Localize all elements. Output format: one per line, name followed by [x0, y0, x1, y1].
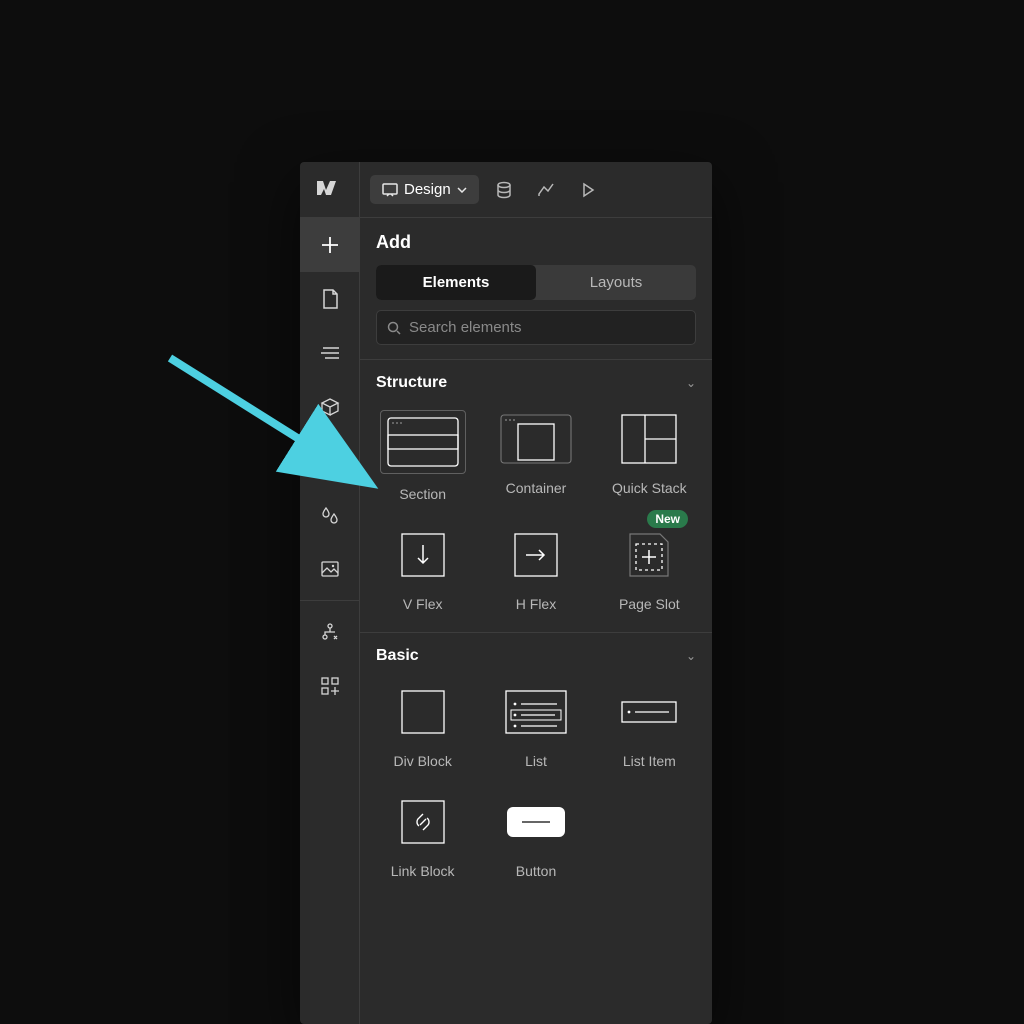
chevron-down-icon: ⌄	[686, 376, 696, 390]
droplets-icon	[320, 505, 340, 525]
element-link-block-label: Link Block	[391, 863, 455, 879]
element-button-label: Button	[516, 863, 556, 879]
panel-title: Add	[376, 232, 696, 253]
left-sidebar	[300, 218, 360, 1024]
group-structure-header[interactable]: Structure ⌄	[376, 374, 696, 392]
h-flex-icon	[496, 526, 576, 584]
add-tabs: Elements Layouts	[376, 265, 696, 300]
sitemap-icon	[320, 622, 340, 642]
chevron-down-icon: ⌄	[686, 649, 696, 663]
pages-button[interactable]	[300, 272, 360, 326]
search-icon	[387, 321, 401, 335]
element-link-block[interactable]: Link Block	[376, 793, 469, 879]
layers-icon	[320, 451, 340, 471]
element-section-label: Section	[399, 486, 446, 502]
play-button[interactable]	[571, 173, 605, 207]
element-quick-stack[interactable]: Quick Stack	[603, 410, 696, 502]
topbar: Design	[300, 162, 712, 218]
element-section[interactable]: Section	[376, 410, 469, 502]
list-icon	[496, 683, 576, 741]
design-mode-label: Design	[404, 181, 451, 198]
element-page-slot-label: Page Slot	[619, 596, 680, 612]
tab-layouts[interactable]: Layouts	[536, 265, 696, 300]
database-icon	[495, 181, 513, 199]
element-container[interactable]: Container	[489, 410, 582, 502]
apps-button[interactable]	[300, 659, 360, 713]
assets-button[interactable]	[300, 542, 360, 596]
add-elements-button[interactable]	[300, 218, 360, 272]
div-block-icon	[383, 683, 463, 741]
group-structure-title: Structure	[376, 374, 447, 392]
analytics-button[interactable]	[529, 173, 563, 207]
element-h-flex-label: H Flex	[516, 596, 556, 612]
main-content: Add Elements Layouts Structure ⌄	[360, 218, 712, 1024]
element-v-flex-label: V Flex	[403, 596, 443, 612]
element-div-block[interactable]: Div Block	[376, 683, 469, 769]
page-slot-icon	[609, 526, 689, 584]
design-mode-icon	[382, 183, 398, 197]
navigator-button[interactable]	[300, 326, 360, 380]
element-page-slot[interactable]: New Page Slot	[603, 526, 696, 612]
element-list-label: List	[525, 753, 547, 769]
play-icon	[580, 182, 596, 198]
cube-icon	[320, 397, 340, 417]
variables-button[interactable]	[300, 434, 360, 488]
group-basic: Basic ⌄ Div Block List	[360, 632, 712, 899]
add-panel: Design	[300, 162, 712, 1024]
chart-icon	[537, 181, 555, 199]
element-quick-stack-label: Quick Stack	[612, 480, 687, 496]
components-button[interactable]	[300, 380, 360, 434]
chevron-down-icon	[457, 187, 467, 193]
container-icon	[496, 410, 576, 468]
section-icon	[383, 413, 463, 471]
group-structure: Structure ⌄ Section	[360, 359, 712, 632]
search-elements-wrap[interactable]	[376, 310, 696, 345]
grid-plus-icon	[320, 676, 340, 696]
list-item-icon	[609, 683, 689, 741]
v-flex-icon	[383, 526, 463, 584]
element-container-label: Container	[506, 480, 567, 496]
webflow-logo[interactable]	[300, 162, 360, 218]
element-h-flex[interactable]: H Flex	[489, 526, 582, 612]
tab-elements[interactable]: Elements	[376, 265, 536, 300]
element-button[interactable]: Button	[489, 793, 582, 879]
page-icon	[321, 288, 339, 310]
element-div-block-label: Div Block	[393, 753, 451, 769]
element-list-item[interactable]: List Item	[603, 683, 696, 769]
element-list[interactable]: List	[489, 683, 582, 769]
group-basic-title: Basic	[376, 647, 419, 665]
element-list-item-label: List Item	[623, 753, 676, 769]
list-icon	[319, 345, 341, 361]
search-elements-input[interactable]	[409, 319, 685, 336]
style-manager-button[interactable]	[300, 488, 360, 542]
button-icon	[496, 793, 576, 851]
plus-icon	[319, 234, 341, 256]
cms-button[interactable]	[487, 173, 521, 207]
link-block-icon	[383, 793, 463, 851]
audit-button[interactable]	[300, 605, 360, 659]
design-mode-button[interactable]: Design	[370, 175, 479, 204]
image-icon	[320, 559, 340, 579]
quick-stack-icon	[609, 410, 689, 468]
element-v-flex[interactable]: V Flex	[376, 526, 469, 612]
group-basic-header[interactable]: Basic ⌄	[376, 647, 696, 665]
